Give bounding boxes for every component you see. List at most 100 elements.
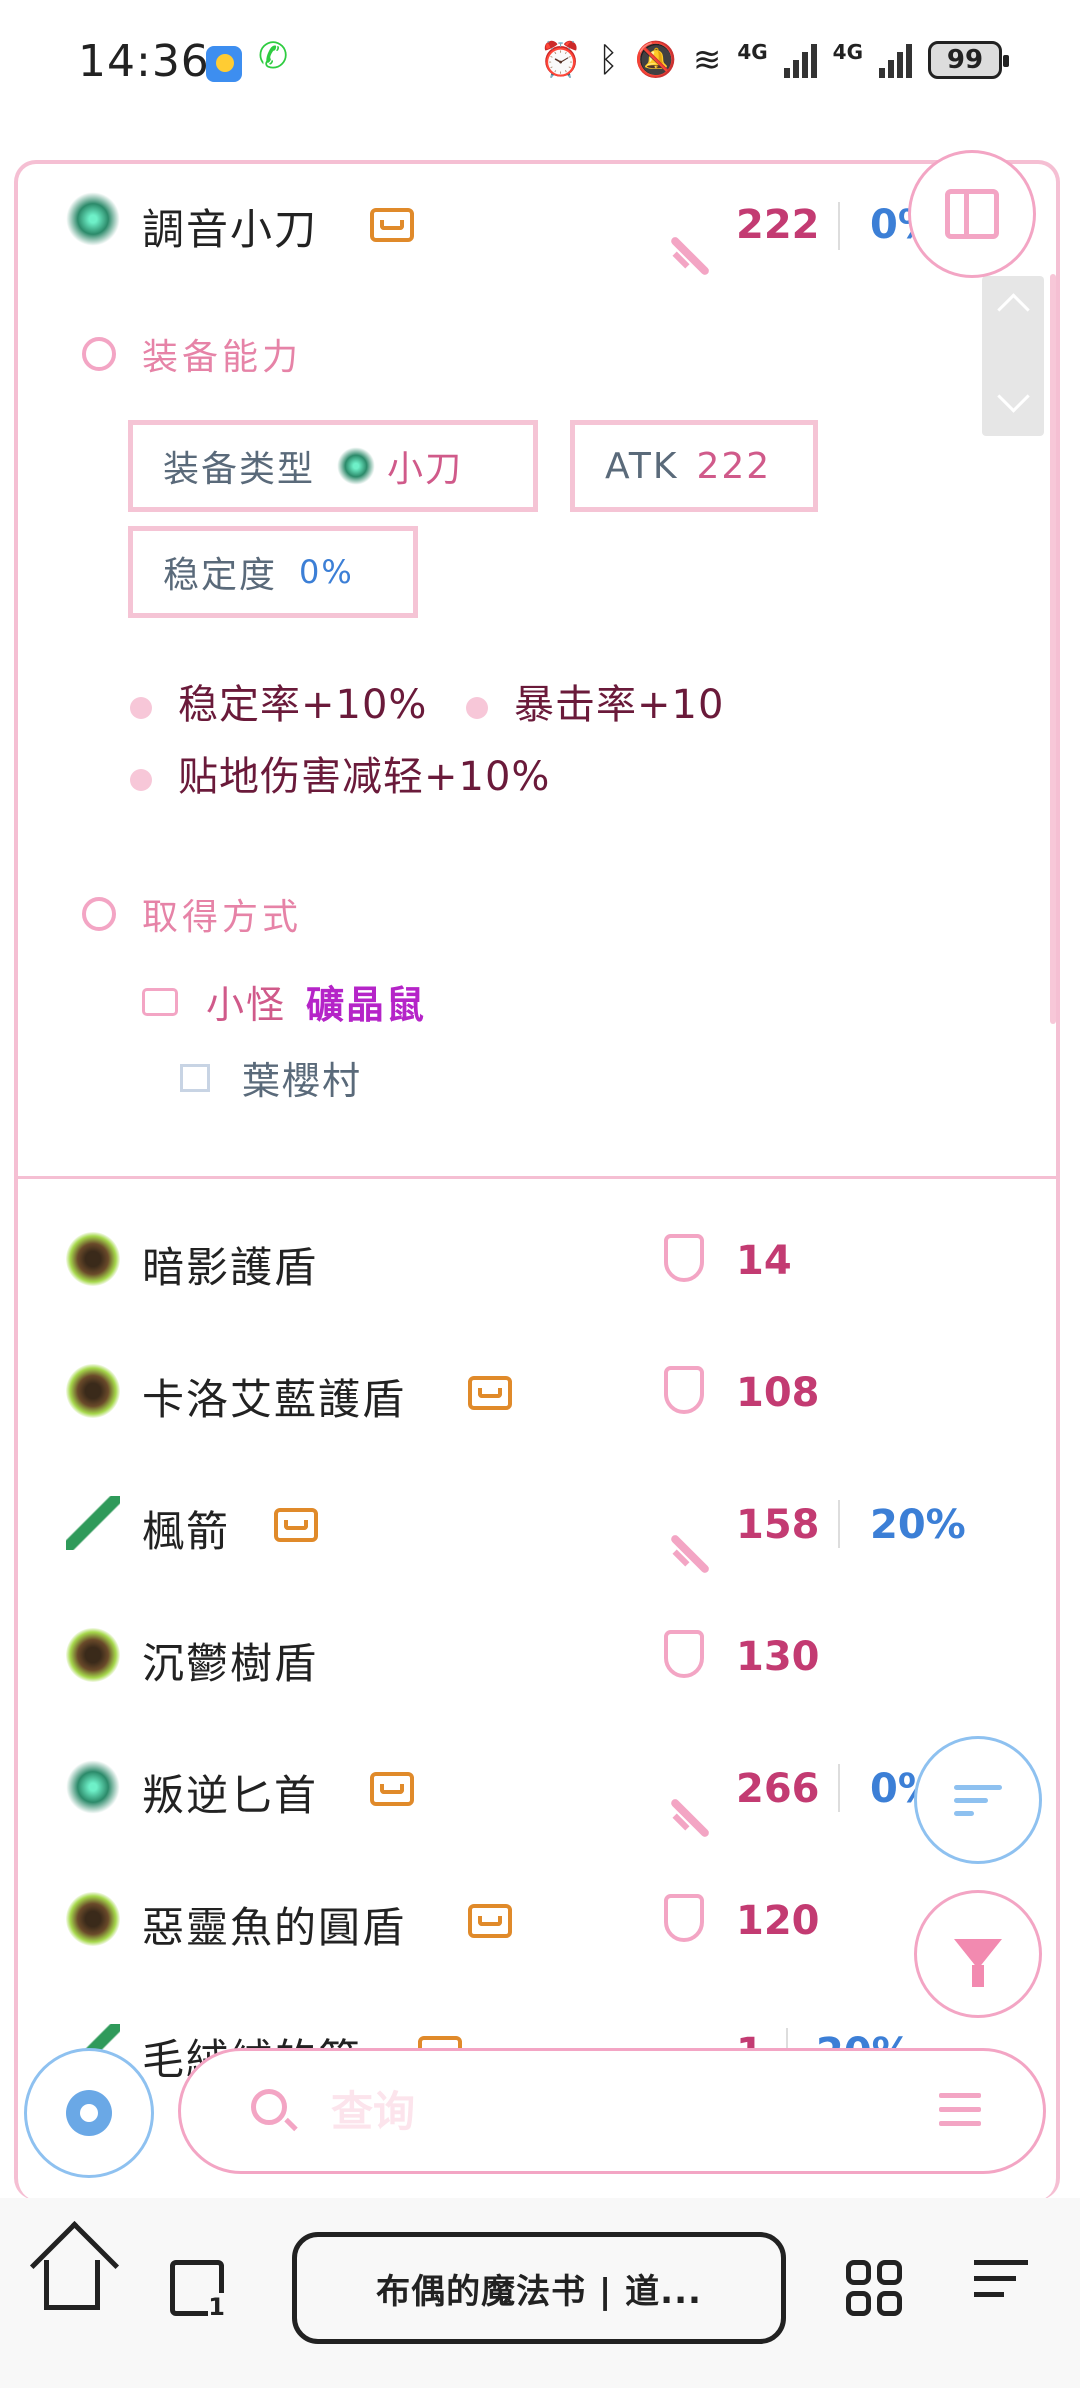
- list-item[interactable]: 卡洛艾藍護盾 108: [18, 1336, 1056, 1446]
- acquire-location-text: 葉櫻村: [242, 1059, 363, 1103]
- atk-chip-value: 222: [696, 445, 772, 487]
- filter-button[interactable]: [914, 1890, 1042, 2018]
- item-list-card: 調音小刀 222 0% 装备能力 装备类型 小刀 ATK 222 稳定度 0% …: [14, 160, 1060, 2200]
- toggle-panel-button[interactable]: [908, 150, 1036, 278]
- shield-item-icon: [66, 1232, 120, 1286]
- swirl-icon: [82, 337, 116, 371]
- battery-icon: 99: [928, 41, 1009, 79]
- knife-item-icon: [66, 192, 120, 246]
- atk-value: 266: [736, 1766, 820, 1812]
- alarm-icon: ⏰: [539, 40, 583, 80]
- separator: [838, 1764, 840, 1812]
- acquire-monster-link[interactable]: 礦晶鼠: [306, 974, 426, 1029]
- network-label-2: 4G: [832, 40, 863, 64]
- atk-chip: ATK 222: [570, 420, 818, 512]
- weather-icon: [206, 46, 242, 82]
- shield-item-icon: [66, 1364, 120, 1418]
- separator: [838, 202, 840, 250]
- scrollbar[interactable]: [1050, 274, 1056, 1024]
- shield-icon: [664, 1234, 704, 1282]
- stability-chip: 稳定度 0%: [128, 526, 418, 618]
- item-name: 惡靈魚的圓盾: [142, 1903, 407, 1952]
- effect-item: 稳定率+10%: [130, 672, 427, 730]
- address-bar[interactable]: 布偶的魔法书 | 道...: [292, 2232, 786, 2344]
- item-name: 調音小刀: [142, 205, 319, 254]
- apps-grid-icon[interactable]: [846, 2260, 902, 2316]
- browser-bottom-nav: 布偶的魔法书 | 道...: [0, 2198, 1080, 2388]
- shield-item-icon: [66, 1892, 120, 1946]
- equip-type-value: 小刀: [387, 449, 464, 490]
- box-icon: [370, 1772, 414, 1806]
- shield-icon: [664, 1366, 704, 1414]
- atk-label: ATK: [605, 445, 679, 487]
- scroll-arrows[interactable]: [982, 276, 1044, 436]
- item-name: 暗影護盾: [142, 1243, 319, 1292]
- list-item[interactable]: 惡靈魚的圓盾 120: [18, 1864, 1056, 1974]
- acquire-location[interactable]: 葉櫻村: [180, 1050, 362, 1105]
- item-name: 楓箭: [142, 1507, 231, 1556]
- stability-chip-value: 0%: [299, 553, 354, 591]
- mute-icon: 🔕: [634, 40, 677, 80]
- search-icon: [82, 897, 116, 931]
- bluetooth-icon: ᛒ: [598, 40, 619, 80]
- def-value: 120: [736, 1898, 820, 1944]
- search-bar: [178, 2048, 1046, 2174]
- map-icon: [180, 1063, 210, 1092]
- equip-type-label: 装备类型: [163, 449, 316, 490]
- status-indicators: ⏰ ᛒ 🔕 ≋ 4G 4G 99: [539, 40, 1009, 80]
- effect-item: 贴地伤害减轻+10%: [130, 744, 550, 802]
- status-time: 14:36: [78, 36, 210, 87]
- item-name: 沉鬱樹盾: [142, 1639, 319, 1688]
- search-input[interactable]: [331, 2079, 891, 2143]
- phone-icon: ✆: [258, 36, 289, 77]
- equip-type-chip: 装备类型 小刀: [128, 420, 538, 512]
- sword-icon: [664, 1529, 712, 1577]
- sidebar-panel-icon: [945, 189, 999, 239]
- list-item[interactable]: 暗影護盾 14: [18, 1204, 1056, 1314]
- list-item[interactable]: 叛逆匕首 266 0%: [18, 1732, 1056, 1842]
- status-bar: 14:36 ✆ ⏰ ᛒ 🔕 ≋ 4G 4G 99: [0, 0, 1080, 130]
- acquire-source[interactable]: 小怪 礦晶鼠: [142, 974, 426, 1029]
- stability-value: 20%: [870, 1502, 966, 1548]
- signal-icon: [783, 42, 817, 78]
- stability-label: 稳定度: [163, 555, 278, 596]
- effect-item: 暴击率+10: [466, 672, 724, 730]
- separator: [838, 1500, 840, 1548]
- item-name: 叛逆匕首: [142, 1771, 319, 1820]
- menu-icon[interactable]: [939, 2093, 981, 2126]
- def-value: 14: [736, 1238, 792, 1284]
- acquire-section-title: 取得方式: [82, 888, 303, 940]
- ability-section-title: 装备能力: [82, 328, 302, 380]
- acquire-title-text: 取得方式: [142, 897, 303, 938]
- box-icon: [142, 987, 178, 1016]
- list-item[interactable]: 楓箭 158 20%: [18, 1468, 1056, 1578]
- gear-icon: [66, 2090, 112, 2136]
- arrow-item-icon: [66, 1496, 120, 1550]
- network-label-1: 4G: [737, 40, 768, 64]
- box-icon: [370, 208, 414, 242]
- box-icon: [274, 1508, 318, 1542]
- atk-value: 222: [736, 202, 820, 248]
- address-bar-title: 布偶的魔法书 | 道...: [376, 2271, 702, 2312]
- search-icon: [251, 2089, 287, 2125]
- shield-item-icon: [66, 1628, 120, 1682]
- atk-value: 158: [736, 1502, 820, 1548]
- box-icon: [468, 1376, 512, 1410]
- settings-button[interactable]: [24, 2048, 154, 2178]
- def-value: 130: [736, 1634, 820, 1680]
- expanded-item-row[interactable]: 調音小刀 222 0%: [18, 164, 1056, 274]
- knife-icon: [337, 447, 376, 485]
- tabs-icon[interactable]: [170, 2260, 225, 2321]
- shield-icon: [664, 1894, 704, 1942]
- home-icon[interactable]: [44, 2260, 100, 2310]
- list-item[interactable]: 沉鬱樹盾 130: [18, 1600, 1056, 1710]
- sword-icon: [664, 231, 712, 279]
- def-value: 108: [736, 1370, 820, 1416]
- shield-icon: [664, 1630, 704, 1678]
- filter-icon: [954, 1939, 1002, 1987]
- wifi-icon: ≋: [692, 40, 722, 80]
- acquire-type: 小怪: [206, 983, 287, 1027]
- browser-menu-icon[interactable]: [974, 2260, 1028, 2297]
- divider: [18, 1176, 1056, 1179]
- sort-button[interactable]: [914, 1736, 1042, 1864]
